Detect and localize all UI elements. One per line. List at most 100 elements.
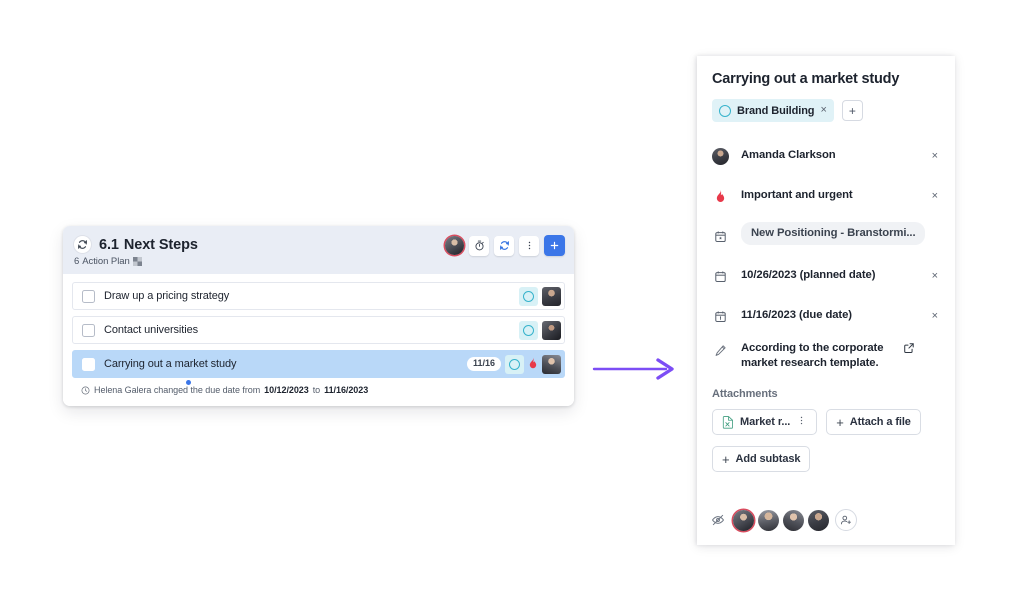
task-title: Draw up a pricing strategy bbox=[104, 290, 230, 302]
card-subtitle-count: 6 bbox=[74, 256, 80, 267]
close-icon[interactable]: × bbox=[932, 310, 940, 322]
card-title-text: Next Steps bbox=[123, 236, 198, 253]
stopwatch-icon[interactable] bbox=[469, 235, 489, 256]
plus-icon: + bbox=[722, 451, 730, 467]
avatar[interactable] bbox=[542, 286, 561, 306]
flame-icon[interactable] bbox=[528, 356, 538, 372]
avatar[interactable] bbox=[542, 320, 561, 340]
property-value: According to the corporate market resear… bbox=[741, 342, 884, 370]
table-row[interactable]: Carrying out a market study 11/16 bbox=[72, 350, 565, 378]
detail-title: Carrying out a market study bbox=[712, 71, 900, 87]
task-list-body: Draw up a pricing strategy Contact unive… bbox=[63, 274, 574, 406]
screenshot-root: 6.1 Next Steps 6 Action Plan Draw up a p… bbox=[0, 0, 1024, 600]
activity-middle: to bbox=[312, 385, 321, 395]
task-list-card: 6.1 Next Steps 6 Action Plan Draw up a p… bbox=[63, 226, 574, 406]
property-planned-date[interactable]: 10/26/2023 (planned date) × bbox=[712, 256, 940, 296]
kebab-menu-icon[interactable] bbox=[519, 235, 539, 256]
table-row[interactable]: Draw up a pricing strategy bbox=[72, 282, 565, 310]
task-row-badges bbox=[519, 320, 561, 340]
plus-icon: + bbox=[836, 414, 844, 430]
row-indicator-dot bbox=[186, 380, 191, 385]
clock-history-icon bbox=[81, 386, 90, 395]
calendar-icon bbox=[712, 270, 729, 283]
add-subtask-row: + Add subtask bbox=[712, 446, 940, 472]
avatar[interactable] bbox=[783, 509, 804, 531]
card-header-actions bbox=[445, 235, 565, 256]
property-assignee[interactable]: Amanda Clarkson × bbox=[712, 136, 940, 176]
property-due-date[interactable]: 11/16/2023 (due date) × bbox=[712, 296, 940, 336]
task-title: Carrying out a market study bbox=[104, 358, 237, 370]
attach-file-button[interactable]: + Attach a file bbox=[826, 409, 921, 435]
due-date-pill[interactable]: 11/16 bbox=[466, 357, 501, 371]
sync-icon[interactable] bbox=[494, 235, 514, 256]
flame-icon bbox=[712, 189, 729, 203]
property-parent-event[interactable]: New Positioning - Branstormi... bbox=[712, 216, 940, 256]
close-icon[interactable]: × bbox=[932, 270, 940, 282]
detail-content: Carrying out a market study Brand Buildi… bbox=[697, 56, 955, 472]
panel-footer bbox=[711, 509, 857, 531]
attach-file-label: Attach a file bbox=[849, 416, 911, 428]
flag-icon bbox=[132, 257, 142, 266]
pencil-icon bbox=[712, 339, 729, 357]
property-value: 11/16/2023 (due date) bbox=[741, 309, 852, 322]
calendar-alert-icon bbox=[712, 310, 729, 323]
external-link-icon[interactable] bbox=[903, 339, 915, 359]
task-row-badges: 11/16 bbox=[466, 354, 561, 374]
status-badge[interactable] bbox=[519, 286, 538, 306]
assignee-avatar[interactable] bbox=[445, 236, 464, 255]
eye-off-icon[interactable] bbox=[711, 513, 725, 527]
property-value: Amanda Clarkson bbox=[741, 149, 836, 162]
add-subtask-button[interactable]: + Add subtask bbox=[712, 446, 811, 472]
attachment-file-chip[interactable]: Market r... bbox=[712, 409, 818, 435]
property-description[interactable]: According to the corporate market resear… bbox=[712, 336, 940, 376]
calendar-star-icon bbox=[712, 230, 729, 243]
property-value-wrapper: New Positioning - Branstormi... bbox=[741, 221, 940, 251]
attachments-row: Market r... + Attach a file bbox=[712, 409, 940, 435]
activity-new-date: 11/16/2023 bbox=[324, 385, 369, 395]
card-subtitle-label: Action Plan bbox=[82, 256, 130, 267]
status-badge[interactable] bbox=[505, 354, 524, 374]
spreadsheet-file-icon bbox=[722, 415, 734, 429]
tag-row: Brand Building × + bbox=[712, 99, 940, 122]
close-icon[interactable]: × bbox=[820, 105, 826, 116]
property-value: New Positioning - Branstormi... bbox=[741, 221, 926, 245]
tag-label: Brand Building bbox=[737, 104, 815, 117]
circle-outline-icon bbox=[523, 290, 534, 302]
avatar[interactable] bbox=[758, 509, 779, 531]
avatar[interactable] bbox=[808, 509, 829, 531]
avatar[interactable] bbox=[733, 509, 754, 531]
task-checkbox[interactable] bbox=[82, 289, 95, 303]
circle-outline-icon bbox=[523, 324, 534, 336]
task-checkbox[interactable] bbox=[82, 323, 95, 337]
task-checkbox[interactable] bbox=[82, 357, 95, 371]
property-value: 10/26/2023 (planned date) bbox=[741, 269, 876, 282]
property-value: Important and urgent bbox=[741, 189, 853, 202]
card-subtitle: 6 Action Plan bbox=[74, 256, 563, 267]
avatar[interactable] bbox=[542, 354, 561, 374]
flow-arrow bbox=[592, 358, 674, 380]
tag-brand-building[interactable]: Brand Building × bbox=[712, 99, 834, 122]
avatar bbox=[712, 147, 729, 165]
sync-icon bbox=[74, 236, 91, 253]
add-tag-button[interactable]: + bbox=[841, 100, 863, 121]
task-row-badges bbox=[519, 286, 561, 306]
activity-note: Helena Galera changed the due date from … bbox=[72, 378, 565, 395]
circle-outline-icon bbox=[719, 104, 731, 117]
kebab-menu-icon[interactable] bbox=[796, 415, 807, 429]
circle-outline-icon bbox=[509, 358, 520, 370]
task-title: Contact universities bbox=[104, 324, 198, 336]
property-priority[interactable]: Important and urgent × bbox=[712, 176, 940, 216]
status-badge[interactable] bbox=[519, 320, 538, 340]
activity-prefix: Helena Galera changed the due date from bbox=[94, 385, 261, 395]
card-header: 6.1 Next Steps 6 Action Plan bbox=[63, 226, 574, 274]
avatar-icon bbox=[712, 147, 729, 165]
page-title: 6.1 Next Steps bbox=[99, 237, 198, 253]
add-task-button[interactable] bbox=[544, 235, 565, 256]
attachment-file-name: Market r... bbox=[740, 416, 791, 428]
close-icon[interactable]: × bbox=[932, 190, 940, 202]
person-add-icon[interactable] bbox=[835, 509, 857, 531]
card-number: 6.1 bbox=[99, 236, 119, 253]
table-row[interactable]: Contact universities bbox=[72, 316, 565, 344]
activity-old-date: 10/12/2023 bbox=[264, 385, 309, 395]
close-icon[interactable]: × bbox=[932, 150, 940, 162]
